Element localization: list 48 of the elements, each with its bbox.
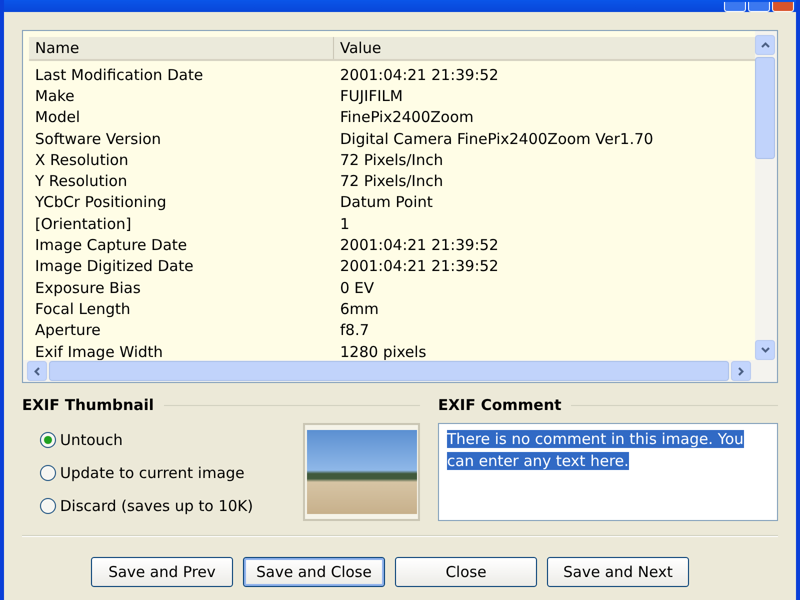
vertical-scrollbar[interactable] bbox=[755, 31, 777, 360]
comment-field[interactable]: There is no comment in this image. You can enter any text here. bbox=[438, 423, 778, 521]
dialog-button[interactable]: Close bbox=[395, 557, 537, 587]
property-name: Y Resolution bbox=[34, 172, 128, 190]
column-header[interactable]: Name bbox=[29, 37, 334, 59]
property-name: YCbCr Positioning bbox=[34, 193, 168, 212]
horizontal-scrollbar[interactable] bbox=[23, 360, 777, 382]
property-value: 2001:04:21 21:39:52 bbox=[339, 236, 499, 254]
radio-button[interactable] bbox=[40, 498, 56, 514]
property-name: Exif Image Width bbox=[34, 342, 164, 360]
property-name: Image Capture Date bbox=[34, 236, 188, 254]
property-name: Exposure Bias bbox=[34, 278, 142, 297]
dialog-button[interactable]: Save and Close bbox=[243, 557, 385, 587]
dialog-button[interactable]: Save and Prev bbox=[91, 557, 233, 587]
column-header[interactable]: Value bbox=[334, 37, 382, 59]
property-value: 6mm bbox=[339, 300, 379, 318]
property-value: 72 Pixels/Inch bbox=[339, 172, 444, 190]
property-name: X Resolution bbox=[34, 150, 130, 169]
property-value: Datum Point bbox=[339, 193, 433, 212]
property-name: Aperture bbox=[34, 321, 102, 340]
maximize-button[interactable] bbox=[748, 2, 770, 12]
property-name: [Orientation] bbox=[34, 214, 132, 233]
property-value: f8.7 bbox=[339, 321, 370, 340]
property-value: FinePix2400Zoom bbox=[339, 108, 474, 126]
property-value: 2001:04:21 21:39:52 bbox=[339, 66, 499, 84]
dialog-button[interactable]: Save and Next bbox=[547, 557, 689, 587]
property-name: Image Digitized Date bbox=[34, 257, 194, 276]
section-heading: EXIF Thumbnail bbox=[22, 396, 154, 414]
property-name: Model bbox=[34, 108, 82, 126]
property-value: 1 bbox=[339, 214, 350, 233]
radio-option[interactable]: Update to current image bbox=[40, 462, 276, 484]
section-heading: EXIF Comment bbox=[438, 396, 562, 414]
radio-button[interactable] bbox=[40, 465, 56, 481]
property-value: FUJIFILM bbox=[339, 86, 403, 105]
property-name: Last Modification Date bbox=[34, 66, 204, 84]
radio-option[interactable]: Discard (saves up to 10K) bbox=[40, 495, 276, 517]
radio-button[interactable] bbox=[40, 432, 56, 448]
property-value: 0 EV bbox=[339, 278, 374, 297]
property-name: Make bbox=[34, 86, 76, 105]
property-value: 1280 pixels bbox=[339, 342, 426, 360]
property-value: Digital Camera FinePix2400Zoom Ver1.70 bbox=[339, 130, 654, 148]
property-value: 72 Pixels/Inch bbox=[339, 150, 444, 169]
minimize-button[interactable] bbox=[724, 2, 746, 12]
property-value: 2001:04:21 21:39:52 bbox=[339, 257, 499, 276]
close-button[interactable] bbox=[772, 2, 794, 12]
property-name: Software Version bbox=[34, 130, 162, 148]
property-name: Focal Length bbox=[34, 300, 132, 318]
radio-option[interactable]: Untouch bbox=[40, 429, 276, 451]
